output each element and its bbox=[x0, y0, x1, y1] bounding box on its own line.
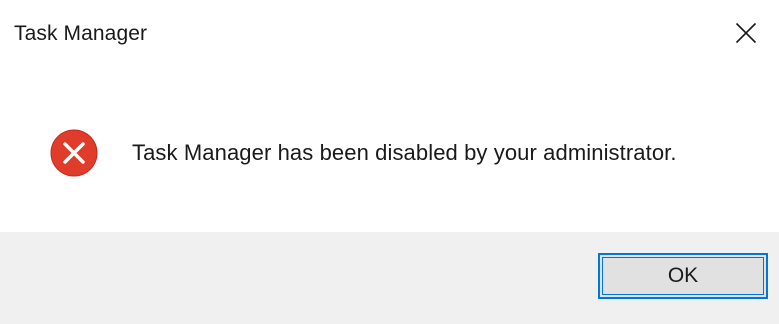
ok-button-label: OK bbox=[667, 264, 699, 287]
error-message: Task Manager has been disabled by your a… bbox=[132, 140, 677, 165]
title-bar[interactable]: Task Manager bbox=[0, 0, 779, 72]
message-dialog: Task Manager Task Manager has been disab… bbox=[0, 0, 779, 324]
dialog-content: Task Manager has been disabled by your a… bbox=[0, 72, 779, 232]
error-icon bbox=[50, 129, 98, 177]
window-title: Task Manager bbox=[14, 22, 148, 45]
close-button[interactable] bbox=[713, 0, 779, 66]
button-bar: OK bbox=[0, 232, 779, 324]
ok-button[interactable]: OK bbox=[598, 253, 768, 299]
close-icon bbox=[735, 22, 757, 44]
